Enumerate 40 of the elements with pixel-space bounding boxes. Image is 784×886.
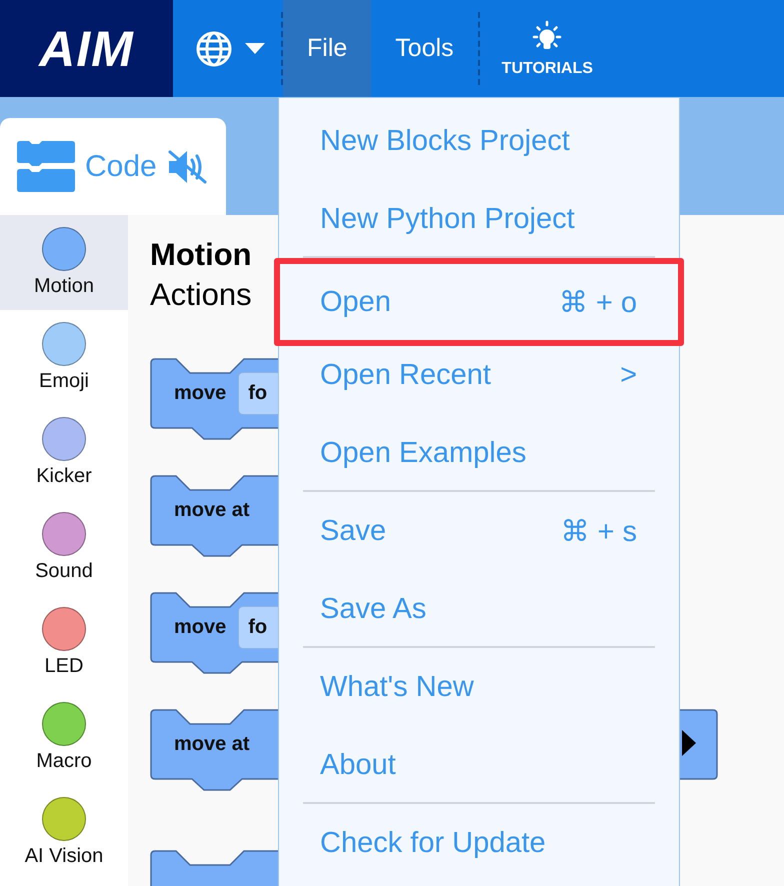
shortcut-label: ⌘ + s [560,514,637,548]
blocks-icon [17,140,75,192]
category-item[interactable]: Sound [0,500,128,595]
menu-tab[interactable]: File [283,0,372,97]
muted-speaker-icon[interactable] [166,148,207,184]
caret-icon [245,42,265,54]
menu-item[interactable]: Open ⌘ + o [274,258,684,346]
menu-item[interactable]: New Blocks Project [279,102,679,180]
menu-item[interactable]: Save ⌘ + s [279,492,679,570]
menu-item-label: New Blocks Project [320,124,570,158]
menu-item-label: New Python Project [320,202,575,236]
palette-subtitle: Actions [150,276,252,314]
block-label: move at [174,498,250,522]
block-label: move at [174,732,250,756]
category-item[interactable]: LED [0,595,128,690]
category-item[interactable]: Motion [0,215,128,310]
category-item[interactable]: Emoji [0,310,128,405]
tab-label: Code [85,150,157,184]
menu-item-label: Save As [320,592,426,626]
menu-item-label: Check for Update [320,826,546,860]
category-item[interactable]: AI Vision [0,785,128,880]
shortcut-label: ⌘ + o [558,286,637,320]
block-label: move [174,616,226,638]
menu-item[interactable]: What's New [279,648,679,726]
logo[interactable]: AIM [0,0,173,97]
tutorials-button[interactable]: TUTORIALS [480,0,615,97]
category-item[interactable]: Kicker [0,405,128,500]
palette-title: Motion [150,236,252,274]
menu-tab[interactable]: Tools [371,0,478,97]
menu-item-label: Save [320,514,386,548]
expand-arrow-icon[interactable] [682,730,696,756]
menu-item[interactable]: Check for Update [279,804,679,882]
shortcut-label: > [620,358,637,392]
menu-item-label: Open [320,286,391,318]
menu-item-label: About [320,748,396,782]
category-item[interactable]: Macro [0,690,128,785]
menu-item-label: What's New [320,670,474,704]
block-label: move [174,382,226,404]
globe-icon [195,30,233,68]
code-tab[interactable]: Code [0,118,226,215]
